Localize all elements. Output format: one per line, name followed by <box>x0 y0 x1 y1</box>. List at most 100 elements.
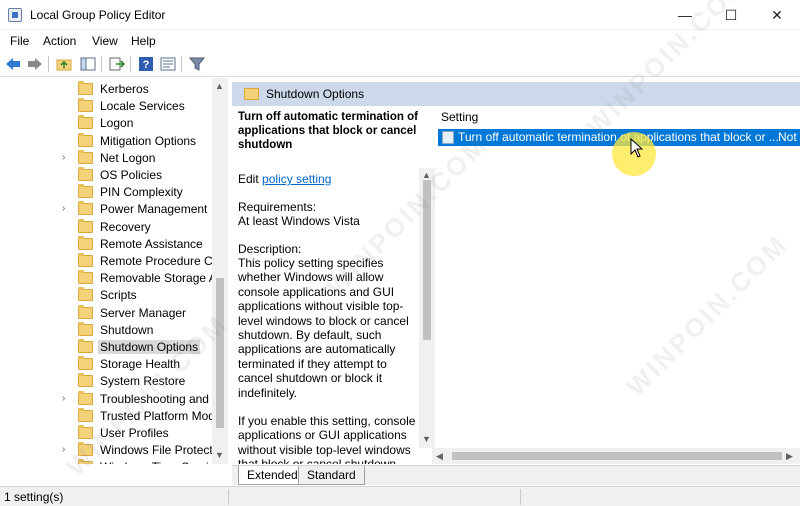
tree-item[interactable]: › Power Management <box>0 201 212 218</box>
tree-item-label: Server Manager <box>100 305 187 320</box>
column-header-setting[interactable]: Setting <box>441 110 478 124</box>
folder-icon <box>78 218 93 233</box>
chevron-right-icon[interactable]: › <box>62 152 65 163</box>
folder-icon <box>78 98 93 113</box>
mouse-cursor-icon <box>630 138 644 158</box>
tree-item-label: PIN Complexity <box>100 185 183 200</box>
folder-icon <box>78 201 93 216</box>
tab-extended[interactable]: Extended <box>238 466 307 485</box>
folder-icon <box>78 321 93 336</box>
tree-item[interactable]: Removable Storage Ac <box>0 270 212 287</box>
extended-description-pane: Turn off automatic termination of applic… <box>232 108 432 464</box>
folder-icon <box>78 253 93 267</box>
chevron-right-icon[interactable]: › <box>62 444 65 455</box>
chevron-right-icon[interactable]: › <box>62 203 65 214</box>
tree-item[interactable]: Logon <box>0 115 212 132</box>
tree-vertical-scrollbar[interactable]: ▲ ▼ <box>212 78 228 464</box>
tree-item[interactable]: Kerberos <box>0 81 212 98</box>
window-title: Local Group Policy Editor <box>30 8 166 22</box>
tree-item-label: Remote Procedure Cal <box>100 254 212 268</box>
back-arrow-icon[interactable] <box>4 55 22 73</box>
forward-arrow-icon[interactable] <box>26 55 44 73</box>
tree-item-label: Remote Assistance <box>100 236 203 251</box>
tree-item-label: Locale Services <box>100 99 185 114</box>
scroll-right-arrow-icon[interactable]: ▶ <box>786 451 793 462</box>
scroll-thumb[interactable] <box>452 452 782 460</box>
tree-item[interactable]: Mitigation Options <box>0 132 212 150</box>
scroll-up-arrow-icon[interactable]: ▲ <box>215 81 224 91</box>
view-tabs: Extended Standard <box>232 465 800 485</box>
description-vertical-scrollbar[interactable]: ▲ ▼ <box>419 168 435 448</box>
scroll-up-arrow-icon[interactable]: ▲ <box>422 170 431 180</box>
folder-icon <box>78 167 93 181</box>
list-horizontal-scrollbar[interactable]: ◀ ▶ <box>432 448 800 464</box>
chevron-right-icon[interactable]: › <box>62 461 65 464</box>
folder-icon <box>78 132 93 147</box>
export-list-icon[interactable] <box>108 55 126 73</box>
tree-item-label: System Restore <box>100 374 186 389</box>
tab-standard[interactable]: Standard <box>298 466 365 485</box>
folder-icon <box>78 459 93 464</box>
menu-action[interactable]: Action <box>41 33 78 49</box>
menu-file[interactable]: File <box>8 33 31 49</box>
tree-item-label: Power Management <box>100 202 208 217</box>
minimize-button[interactable]: — <box>662 0 708 30</box>
folder-icon <box>78 149 93 164</box>
properties-icon[interactable] <box>159 55 177 73</box>
tree-item-label: Recovery <box>100 219 151 234</box>
tree-item[interactable]: Scripts <box>0 287 212 304</box>
menu-help[interactable]: Help <box>129 33 158 49</box>
tree-item[interactable]: Remote Assistance <box>0 235 212 253</box>
status-separator <box>520 489 521 505</box>
tree-item[interactable]: › Net Logon <box>0 149 212 167</box>
tree-item-label: Shutdown Options <box>98 340 201 354</box>
tree-item[interactable]: Remote Procedure Cal <box>0 253 212 270</box>
folder-icon <box>78 356 93 371</box>
toolbar-separator <box>181 56 182 72</box>
menu-view[interactable]: View <box>90 33 120 49</box>
scroll-down-arrow-icon[interactable]: ▼ <box>215 450 224 460</box>
folder-icon <box>78 425 93 439</box>
tree-item-label: OS Policies <box>100 168 163 182</box>
tree-item[interactable]: Trusted Platform Mod <box>0 407 212 425</box>
tree-item[interactable]: Storage Health <box>0 356 212 373</box>
title-bar: Local Group Policy Editor — ☐ ✕ <box>0 0 800 30</box>
close-button[interactable]: ✕ <box>754 0 800 30</box>
scroll-left-arrow-icon[interactable]: ◀ <box>436 451 443 462</box>
scroll-down-arrow-icon[interactable]: ▼ <box>422 434 431 444</box>
tree-item[interactable]: › Windows File Protectic <box>0 442 212 459</box>
scroll-thumb[interactable] <box>423 180 431 340</box>
up-folder-icon[interactable] <box>55 55 73 73</box>
tree-item[interactable]: Server Manager <box>0 304 212 322</box>
navigation-tree: Kerberos Locale Services Logon Mitigation O… <box>0 78 228 464</box>
filter-icon[interactable] <box>188 55 206 73</box>
status-text: 1 setting(s) <box>4 490 64 504</box>
scroll-thumb[interactable] <box>216 278 224 428</box>
maximize-button[interactable]: ☐ <box>708 0 754 30</box>
tree-item-label: Shutdown <box>100 322 154 337</box>
setting-state-cell: Not <box>778 130 797 144</box>
folder-icon <box>78 270 93 285</box>
tree-item[interactable]: Locale Services <box>0 98 212 115</box>
tree-item[interactable]: › Windows Time Service <box>0 459 212 464</box>
folder-icon <box>78 339 93 353</box>
tree-item[interactable]: › Troubleshooting and D <box>0 390 212 408</box>
toolbar-separator <box>48 56 49 72</box>
tree-item[interactable]: PIN Complexity <box>0 184 212 201</box>
chevron-right-icon[interactable]: › <box>62 393 65 404</box>
tree-item[interactable]: System Restore <box>0 373 212 390</box>
policy-setting-icon <box>442 131 454 144</box>
folder-icon <box>78 442 93 457</box>
tree-item-label: Windows File Protectic <box>100 443 212 458</box>
folder-icon <box>78 407 93 422</box>
tree-item[interactable]: User Profiles <box>0 425 212 442</box>
toolbar: ? <box>0 51 800 77</box>
edit-policy-setting-link[interactable]: policy setting <box>262 172 331 186</box>
tree-item[interactable]: Shutdown <box>0 321 212 339</box>
tree-item[interactable]: Recovery <box>0 218 212 236</box>
help-icon[interactable]: ? <box>137 55 155 73</box>
folder-icon <box>78 304 93 319</box>
tree-item[interactable]: OS Policies <box>0 167 212 184</box>
show-hide-tree-icon[interactable] <box>79 55 97 73</box>
tree-item[interactable]: Shutdown Options <box>0 339 212 356</box>
